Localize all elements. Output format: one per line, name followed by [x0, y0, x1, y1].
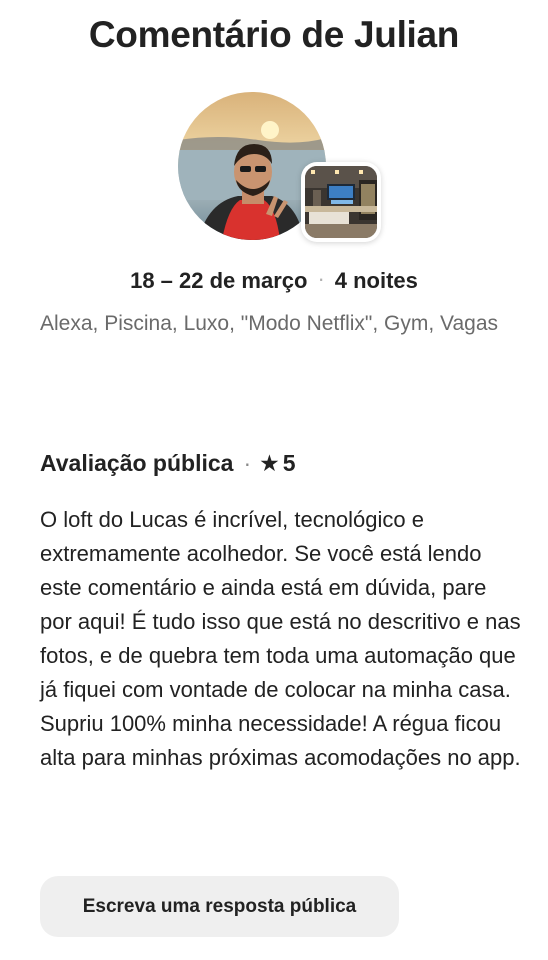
stay-summary: 18 – 22 de março · 4 noites — [0, 266, 548, 294]
stay-nights: 4 noites — [334, 268, 418, 293]
review-rating: 5 — [282, 450, 296, 476]
listing-amenities: Alexa, Piscina, Luxo, "Modo Netflix", Gy… — [40, 312, 499, 335]
review-header: Avaliação pública · ★ 5 — [40, 450, 296, 477]
write-public-reply-button[interactable]: Escreva uma resposta pública — [40, 876, 399, 937]
stay-separator: · — [317, 266, 325, 291]
stay-dates: 18 – 22 de março — [130, 268, 308, 293]
listing-thumbnail[interactable] — [301, 162, 381, 242]
reviewer-photos — [178, 92, 384, 242]
review-heading: Avaliação pública — [40, 450, 234, 476]
listing-thumbnail-photo — [305, 166, 377, 238]
review-separator: · — [243, 450, 252, 476]
page-title: Comentário de Julian — [88, 14, 460, 55]
star-icon: ★ — [259, 450, 280, 476]
review-text: O loft do Lucas é incrível, tecnológico … — [40, 507, 521, 770]
